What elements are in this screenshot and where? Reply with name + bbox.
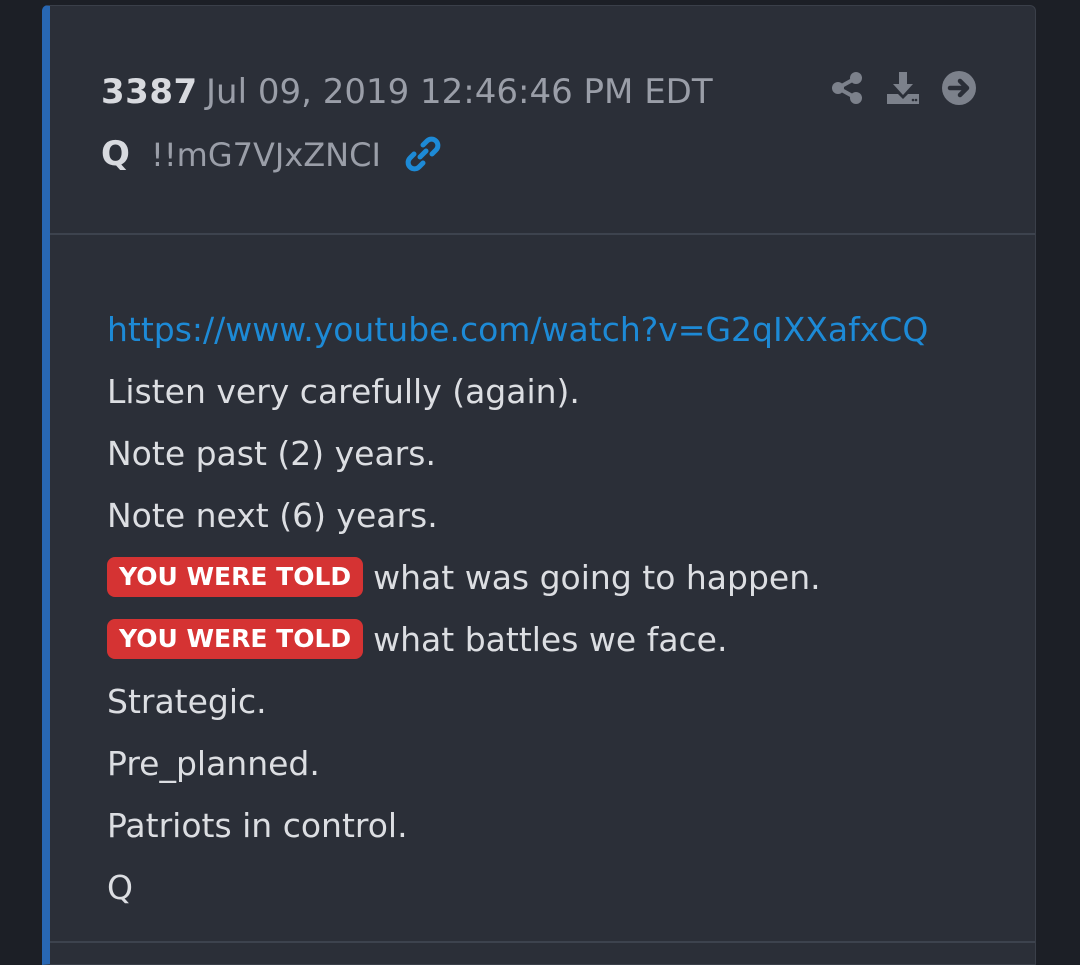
body-line: Pre_planned.: [107, 744, 320, 783]
post-author: Q: [101, 134, 130, 174]
post-body: https://www.youtube.com/watch?v=G2qIXXaf…: [107, 302, 995, 922]
body-line: Note next (6) years.: [107, 496, 438, 535]
body-line: Patriots in control.: [107, 806, 408, 845]
you-were-told-badge: YOU WERE TOLD: [107, 619, 364, 659]
post-tripcode: !!mG7VJxZNCI: [151, 136, 381, 174]
body-line: Listen very carefully (again).: [107, 372, 580, 411]
post-header: 3387 Jul 09, 2019 12:46:46 PM EDT Q !!mG…: [50, 6, 1035, 235]
post-actions: [829, 70, 977, 106]
post-card: 3387 Jul 09, 2019 12:46:46 PM EDT Q !!mG…: [42, 5, 1036, 965]
link-icon[interactable]: [403, 134, 443, 174]
body-line-told-1: YOU WERE TOLD what was going to happen.: [107, 550, 995, 612]
told-text: what battles we face.: [373, 620, 728, 659]
told-text: what was going to happen.: [373, 558, 821, 597]
divider: [50, 941, 1035, 943]
body-line: Note past (2) years.: [107, 434, 436, 473]
post-number[interactable]: 3387: [101, 72, 198, 112]
download-icon[interactable]: [885, 70, 921, 106]
you-were-told-badge: YOU WERE TOLD: [107, 557, 364, 597]
body-line: Strategic.: [107, 682, 267, 721]
post-date: Jul 09, 2019 12:46:46 PM EDT: [206, 72, 713, 112]
arrow-circle-right-icon[interactable]: [941, 70, 977, 106]
share-icon[interactable]: [829, 70, 865, 106]
body-line-signature: Q: [107, 868, 133, 907]
body-line-told-2: YOU WERE TOLD what battles we face.: [107, 612, 995, 674]
youtube-link[interactable]: https://www.youtube.com/watch?v=G2qIXXaf…: [107, 310, 928, 349]
body-line-url: https://www.youtube.com/watch?v=G2qIXXaf…: [107, 302, 995, 364]
